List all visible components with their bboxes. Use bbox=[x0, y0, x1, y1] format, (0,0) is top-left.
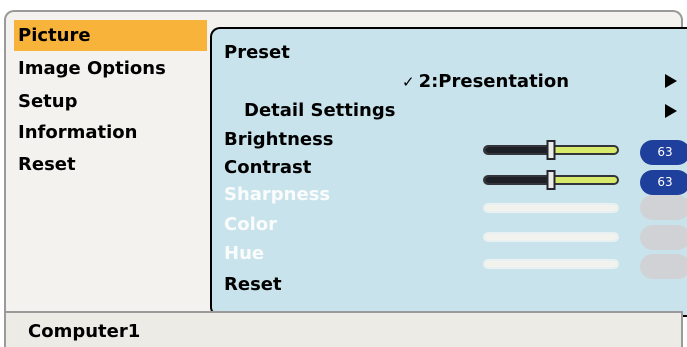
check-icon: ✓ bbox=[402, 73, 415, 91]
menu-item-image-options[interactable]: Image Options bbox=[14, 53, 207, 84]
main-menu: Picture Image Options Setup Information … bbox=[6, 12, 208, 311]
sharpness-value-badge bbox=[640, 195, 687, 220]
sharpness-slider bbox=[483, 203, 619, 213]
picture-settings-panel: Preset ✓ 2:Presentation Detail Settings B… bbox=[210, 27, 687, 317]
sharpness-label: Sharpness bbox=[224, 184, 331, 205]
color-value-badge bbox=[640, 225, 687, 250]
input-source-label: Computer1 bbox=[28, 321, 141, 342]
hue-value-badge bbox=[640, 254, 687, 279]
contrast-label[interactable]: Contrast bbox=[224, 154, 311, 182]
preset-value[interactable]: ✓ 2:Presentation bbox=[402, 68, 569, 96]
detail-settings-arrow-right-icon[interactable] bbox=[665, 104, 677, 118]
preset-value-text: 2:Presentation bbox=[418, 71, 570, 92]
brightness-slider[interactable] bbox=[483, 140, 619, 160]
menu-item-picture[interactable]: Picture bbox=[14, 20, 207, 51]
hue-label: Hue bbox=[224, 243, 265, 264]
source-status-bar: Computer1 bbox=[4, 311, 683, 347]
color-label: Color bbox=[224, 214, 277, 235]
contrast-value-badge: 63 bbox=[640, 170, 687, 195]
brightness-slider-knob[interactable] bbox=[546, 140, 556, 160]
detail-settings-label[interactable]: Detail Settings bbox=[244, 97, 395, 125]
preset-label[interactable]: Preset bbox=[224, 39, 290, 67]
menu-item-setup[interactable]: Setup bbox=[14, 86, 207, 117]
preset-arrow-right-icon[interactable] bbox=[665, 74, 677, 88]
brightness-slider-fill bbox=[485, 147, 551, 153]
contrast-slider-fill bbox=[485, 177, 551, 183]
brightness-value-badge: 63 bbox=[640, 140, 687, 165]
menu-item-reset[interactable]: Reset bbox=[14, 149, 207, 180]
contrast-slider-knob[interactable] bbox=[546, 170, 556, 190]
menu-item-information[interactable]: Information bbox=[14, 117, 207, 148]
color-slider bbox=[483, 232, 619, 242]
contrast-slider[interactable] bbox=[483, 170, 619, 190]
reset-label[interactable]: Reset bbox=[224, 271, 282, 299]
hue-slider bbox=[483, 259, 619, 269]
osd-menu-window: Picture Image Options Setup Information … bbox=[4, 10, 687, 317]
brightness-label[interactable]: Brightness bbox=[224, 126, 334, 154]
